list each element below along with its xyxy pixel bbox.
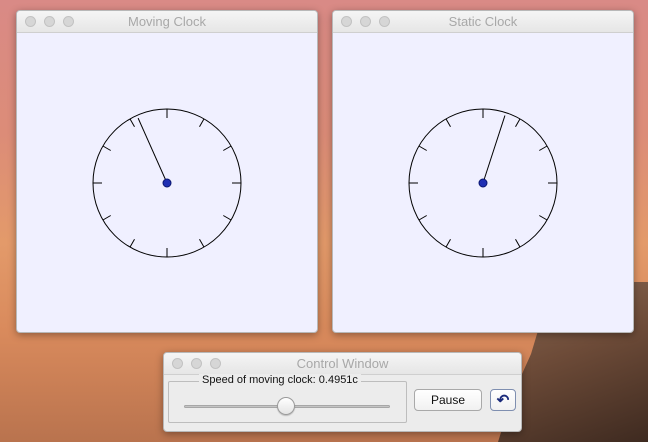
clock-hand <box>137 117 168 184</box>
clock-tick <box>199 118 205 127</box>
clock-tick <box>129 118 135 127</box>
clock-tick <box>515 239 521 248</box>
clock-center-dot <box>478 178 488 188</box>
clock-tick <box>223 215 232 221</box>
clock-tick <box>515 118 521 127</box>
window-title: Control Window <box>296 356 389 371</box>
clock-tick <box>199 239 205 248</box>
clock-tick <box>445 118 451 127</box>
clock-tick <box>102 145 111 151</box>
control-window: Control Window Speed of moving clock: 0.… <box>163 352 522 432</box>
clock-tick <box>445 239 451 248</box>
pause-button[interactable]: Pause <box>414 389 482 411</box>
undo-icon: ↶ <box>496 392 510 409</box>
clock-tick <box>539 145 548 151</box>
clock-canvas <box>333 33 633 332</box>
speed-label: Speed of moving clock: 0.4951c <box>199 374 361 386</box>
static-clock-titlebar[interactable]: Static Clock <box>333 11 633 33</box>
window-title: Moving Clock <box>127 14 207 29</box>
clock-tick <box>539 215 548 221</box>
clock-tick <box>418 215 427 221</box>
reset-button[interactable]: ↶ <box>490 389 516 411</box>
clock-tick <box>129 239 135 248</box>
clock-tick <box>102 215 111 221</box>
static-clock-window: Static Clock <box>332 10 634 333</box>
control-titlebar[interactable]: Control Window <box>164 353 521 375</box>
moving-clock-titlebar[interactable]: Moving Clock <box>17 11 317 33</box>
moving-clock-face <box>92 108 242 258</box>
speed-slider-thumb[interactable] <box>276 397 295 415</box>
clock-center-dot <box>162 178 172 188</box>
moving-clock-window: Moving Clock <box>16 10 318 333</box>
clock-canvas <box>17 33 317 332</box>
speed-group-box: Speed of moving clock: 0.4951c <box>168 374 407 423</box>
clock-tick <box>223 145 232 151</box>
static-clock-face <box>408 108 558 258</box>
clock-hand <box>482 115 506 184</box>
window-title: Static Clock <box>448 14 518 29</box>
clock-tick <box>418 145 427 151</box>
